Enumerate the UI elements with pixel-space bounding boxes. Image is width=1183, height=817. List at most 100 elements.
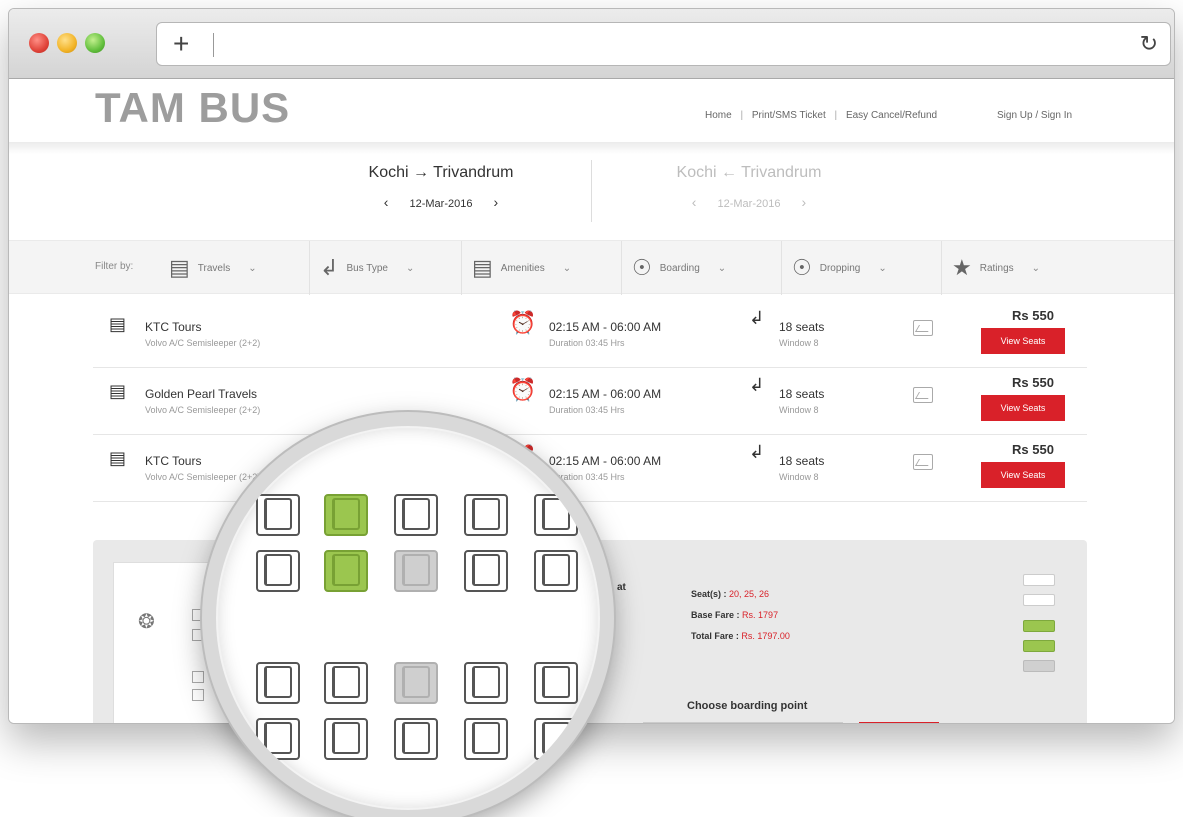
location-pin-icon: ☉ bbox=[632, 255, 652, 280]
filter-boarding[interactable]: ☉ Boarding ⌄ bbox=[621, 241, 726, 295]
seat[interactable] bbox=[256, 550, 300, 592]
bus-price: Rs 550 bbox=[1012, 375, 1054, 390]
nav-cancel-refund-link[interactable]: Easy Cancel/Refund bbox=[846, 110, 937, 121]
bus-seats: 18 seats bbox=[779, 320, 825, 334]
return-prev-date-icon[interactable]: ‹ bbox=[692, 194, 697, 210]
chevron-down-icon: ⌄ bbox=[248, 262, 257, 274]
bus-icon: ▤ bbox=[472, 255, 493, 280]
base-fare-label: Base Fare : bbox=[691, 610, 740, 620]
browser-titlebar: + ↻ bbox=[9, 9, 1174, 79]
return-origin-city: Kochi bbox=[676, 164, 717, 181]
forward-date-row: ‹ 12-Mar-2016 › bbox=[331, 194, 551, 210]
seats-value: 20, 25, 26 bbox=[729, 589, 770, 599]
legend-booked-seat bbox=[1023, 620, 1055, 632]
bus-duration: Duration 03:45 Hrs bbox=[549, 338, 625, 348]
seat[interactable] bbox=[464, 718, 508, 760]
filter-dropping[interactable]: ☉ Dropping ⌄ bbox=[781, 241, 887, 295]
alarm-clock-icon: ⏰ bbox=[509, 377, 537, 402]
seat-booked bbox=[324, 550, 368, 592]
nav-print-ticket-link[interactable]: Print/SMS Ticket bbox=[752, 110, 826, 121]
seat-blocked bbox=[394, 662, 438, 704]
alarm-clock-icon: ⏰ bbox=[509, 310, 537, 335]
seat[interactable] bbox=[192, 689, 204, 701]
site-logo[interactable]: TAM BUS bbox=[95, 84, 290, 132]
continue-button[interactable] bbox=[859, 722, 939, 723]
filter-amenities-label: Amenities bbox=[500, 262, 545, 274]
bus-row: ▤ Golden Pearl Travels Volvo A/C Semisle… bbox=[93, 369, 1087, 435]
seat[interactable] bbox=[256, 494, 300, 536]
maximize-window-button[interactable] bbox=[85, 33, 105, 53]
bus-time: 02:15 AM - 06:00 AM bbox=[549, 387, 662, 401]
close-window-button[interactable] bbox=[29, 33, 49, 53]
seat[interactable] bbox=[534, 718, 578, 760]
bus-operator-name: KTC Tours bbox=[145, 454, 202, 468]
text-cursor bbox=[213, 33, 214, 57]
filter-ratings[interactable]: ★ Ratings ⌄ bbox=[941, 241, 1040, 295]
image-icon[interactable] bbox=[913, 387, 933, 403]
filter-amenities[interactable]: ▤ Amenities ⌄ bbox=[461, 241, 571, 295]
fare-summary: Seat(s) : 20, 25, 26 Base Fare : Rs. 179… bbox=[691, 584, 790, 647]
seats-label: Seat(s) : bbox=[691, 589, 727, 599]
bus-duration: Duration 03:45 Hrs bbox=[549, 405, 625, 415]
bus-time: 02:15 AM - 06:00 AM bbox=[549, 320, 662, 334]
filter-travels-label: Travels bbox=[197, 262, 231, 274]
filter-bus-type[interactable]: ↲ Bus Type ⌄ bbox=[309, 241, 414, 295]
seat-icon: ↲ bbox=[320, 255, 339, 280]
seat[interactable] bbox=[534, 662, 578, 704]
filter-ratings-label: Ratings bbox=[979, 262, 1014, 274]
seat[interactable] bbox=[464, 662, 508, 704]
legend-booked-sleeper bbox=[1023, 640, 1055, 652]
reload-icon[interactable]: ↻ bbox=[1140, 31, 1158, 57]
bus-type: Volvo A/C Semisleeper (2+2) bbox=[145, 472, 261, 482]
return-date: 12-Mar-2016 bbox=[717, 198, 781, 210]
nav-separator: | bbox=[740, 110, 744, 121]
seat[interactable] bbox=[324, 662, 368, 704]
seat[interactable] bbox=[256, 662, 300, 704]
new-tab-icon[interactable]: + bbox=[173, 29, 189, 59]
bus-operator-name: Golden Pearl Travels bbox=[145, 387, 258, 401]
boarding-point-select[interactable] bbox=[643, 722, 843, 723]
seat[interactable] bbox=[534, 494, 578, 536]
route-divider bbox=[591, 160, 592, 222]
seat[interactable] bbox=[394, 494, 438, 536]
forward-route-cities: Kochi → Trivandrum bbox=[331, 164, 551, 182]
forward-route: Kochi → Trivandrum ‹ 12-Mar-2016 › bbox=[331, 164, 551, 210]
return-next-date-icon[interactable]: › bbox=[802, 194, 807, 210]
return-destination-city: Trivandrum bbox=[741, 164, 822, 181]
star-icon: ★ bbox=[952, 255, 972, 280]
nav-home-link[interactable]: Home bbox=[705, 110, 732, 121]
bus-time: 02:15 AM - 06:00 AM bbox=[549, 454, 662, 468]
seat[interactable] bbox=[464, 494, 508, 536]
origin-city: Kochi bbox=[368, 164, 409, 181]
bus-icon: ▤ bbox=[109, 381, 127, 401]
minimize-window-button[interactable] bbox=[57, 33, 77, 53]
next-date-icon[interactable]: › bbox=[494, 194, 499, 210]
seat-icon: ↲ bbox=[749, 308, 765, 328]
legend-blocked-seat bbox=[1023, 660, 1055, 672]
image-icon[interactable] bbox=[913, 320, 933, 336]
address-bar[interactable]: + ↻ bbox=[156, 22, 1171, 66]
chevron-down-icon: ⌄ bbox=[405, 262, 415, 274]
view-seats-button[interactable]: View Seats bbox=[981, 328, 1065, 354]
seat[interactable] bbox=[394, 718, 438, 760]
chevron-down-icon: ⌄ bbox=[717, 262, 727, 274]
signin-link[interactable]: Sign Up / Sign In bbox=[997, 110, 1072, 121]
filter-dropping-label: Dropping bbox=[819, 262, 861, 274]
seat[interactable] bbox=[324, 718, 368, 760]
filter-travels[interactable]: ▤ Travels ⌄ bbox=[159, 241, 257, 295]
seat[interactable] bbox=[192, 671, 204, 683]
prev-date-icon[interactable]: ‹ bbox=[384, 194, 389, 210]
seat-icon: ↲ bbox=[749, 375, 765, 395]
destination-city: Trivandrum bbox=[433, 164, 514, 181]
bus-type: Volvo A/C Semisleeper (2+2) bbox=[145, 338, 261, 348]
seat[interactable] bbox=[464, 550, 508, 592]
image-icon[interactable] bbox=[913, 454, 933, 470]
bus-icon: ▤ bbox=[109, 314, 127, 334]
seat[interactable] bbox=[256, 718, 300, 760]
view-seats-button[interactable]: View Seats bbox=[981, 462, 1065, 488]
return-route[interactable]: Kochi ← Trivandrum ‹ 12-Mar-2016 › bbox=[639, 164, 859, 210]
view-seats-button[interactable]: View Seats bbox=[981, 395, 1065, 421]
seat[interactable] bbox=[534, 550, 578, 592]
bus-window: Window 8 bbox=[779, 405, 819, 415]
bus-operator-name: KTC Tours bbox=[145, 320, 202, 334]
